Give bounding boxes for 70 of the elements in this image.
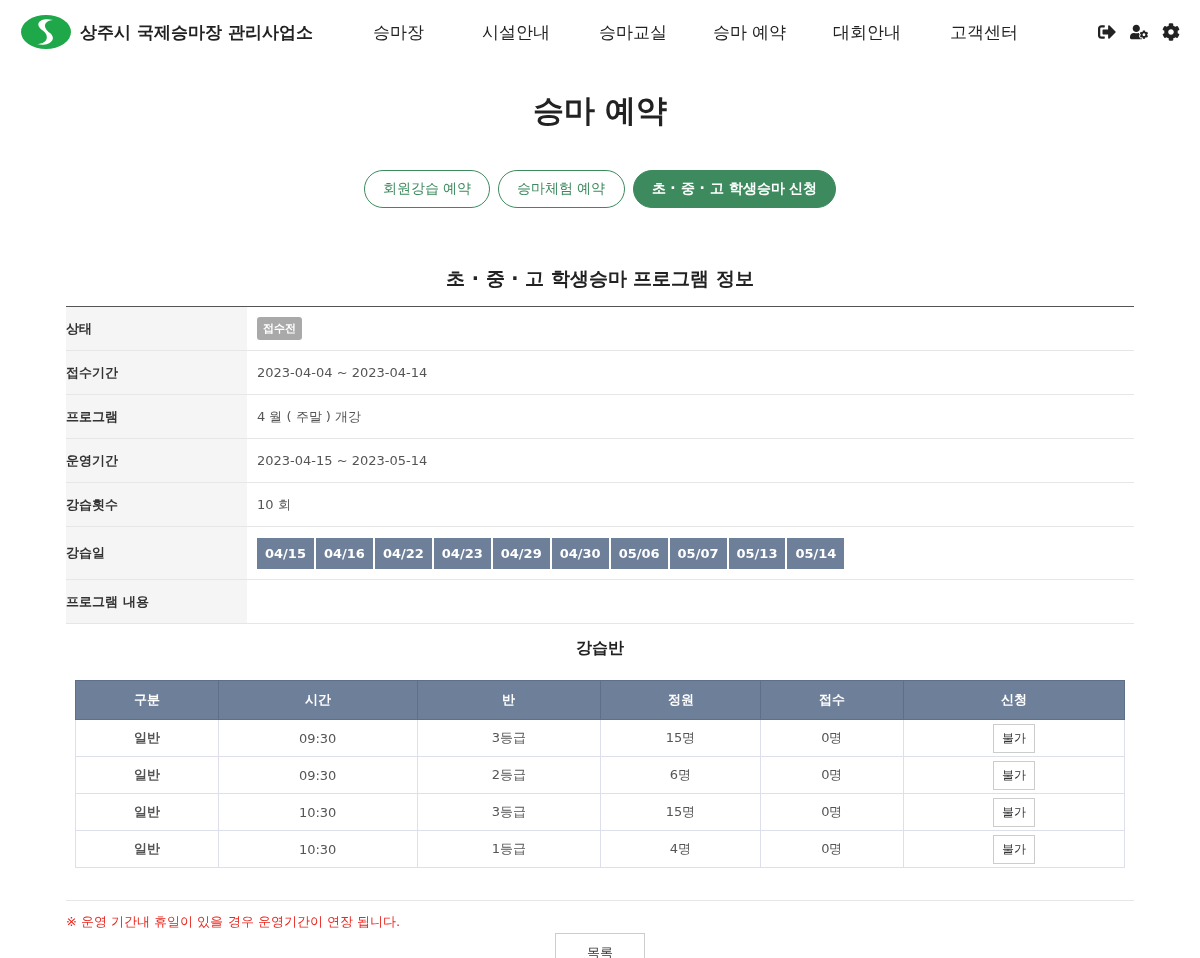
table-cell: 일반 [75, 756, 219, 794]
info-label: 프로그램 내용 [66, 592, 149, 611]
settings-icon[interactable] [1162, 23, 1180, 41]
info-value: 4 월 ( 주말 ) 개강 [257, 407, 362, 426]
nav-item[interactable]: 승마 예약 [691, 20, 808, 44]
apply-button[interactable]: 불가 [992, 760, 1035, 790]
tab[interactable]: 회원강습 예약 [363, 170, 491, 208]
table-cell: 1등급 [417, 830, 601, 868]
info-label: 강습일 [66, 544, 105, 562]
notice-text: ※ 운영 기간내 휴일이 있을 경우 운영기간이 연장 됩니다. [66, 913, 401, 931]
logout-icon[interactable] [1098, 23, 1116, 41]
table-cell: 일반 [75, 830, 219, 868]
date-chip: 04/22 [374, 537, 432, 569]
logo-icon [20, 14, 72, 50]
date-chip: 04/16 [315, 537, 373, 569]
table-cell: 4명 [600, 830, 761, 868]
page-title: 승마 예약 [532, 91, 668, 130]
date-chip: 04/23 [433, 537, 491, 569]
status-badge: 접수전 [257, 317, 302, 340]
table-cell: 3등급 [417, 719, 601, 757]
table-cell: 6명 [600, 756, 761, 794]
info-value: 2023-04-04 ~ 2023-04-14 [257, 365, 428, 380]
column-header: 반 [417, 680, 601, 720]
tab[interactable]: 초 · 중 · 고 학생승마 신청 [632, 170, 837, 208]
info-label: 접수기간 [66, 363, 118, 382]
date-chip: 04/30 [551, 537, 609, 569]
info-label: 운영기간 [66, 451, 118, 470]
info-label: 상태 [66, 319, 92, 338]
user-gear-icon[interactable] [1130, 23, 1148, 41]
nav-item[interactable]: 승마장 [340, 20, 457, 44]
table-cell: 15명 [600, 793, 761, 831]
apply-button[interactable]: 불가 [992, 723, 1035, 753]
table-cell: 10:30 [218, 793, 418, 831]
date-chip: 05/13 [728, 537, 786, 569]
column-header: 정원 [600, 680, 761, 720]
tab[interactable]: 승마체험 예약 [498, 170, 625, 208]
date-chip: 05/07 [669, 537, 727, 569]
nav-item[interactable]: 승마교실 [574, 20, 691, 44]
column-header: 접수 [760, 680, 904, 720]
section-title: 초 · 중 · 고 학생승마 프로그램 정보 [446, 266, 754, 291]
table-cell: 3등급 [417, 793, 601, 831]
info-label: 프로그램 [66, 407, 118, 426]
table-cell: 0명 [760, 793, 904, 831]
column-header: 구분 [75, 680, 219, 720]
date-chip: 05/06 [610, 537, 668, 569]
date-chip: 05/14 [787, 537, 845, 569]
table-cell: 0명 [760, 719, 904, 757]
nav-item[interactable]: 시설안내 [457, 20, 574, 44]
info-value: 10 회 [257, 495, 291, 514]
column-header: 시간 [218, 680, 418, 720]
table-cell: 10:30 [218, 830, 418, 868]
site-name[interactable]: 상주시 국제승마장 관리사업소 [80, 20, 313, 44]
info-label: 강습횟수 [66, 495, 118, 514]
nav-item[interactable]: 고객센터 [925, 20, 1042, 44]
table-cell: 0명 [760, 830, 904, 868]
table-cell: 0명 [760, 756, 904, 794]
nav-item[interactable]: 대회안내 [808, 20, 925, 44]
date-chip: 04/15 [257, 537, 314, 569]
class-table-title: 강습반 [576, 638, 624, 659]
table-cell: 09:30 [218, 756, 418, 794]
apply-button[interactable]: 불가 [992, 834, 1035, 864]
table-cell: 2등급 [417, 756, 601, 794]
info-value: 2023-04-15 ~ 2023-05-14 [257, 453, 428, 468]
table-cell: 09:30 [218, 719, 418, 757]
apply-button[interactable]: 불가 [992, 797, 1035, 827]
table-cell: 15명 [600, 719, 761, 757]
table-cell: 일반 [75, 719, 219, 757]
date-chip: 04/29 [492, 537, 550, 569]
column-header: 신청 [903, 680, 1125, 720]
table-cell: 일반 [75, 793, 219, 831]
